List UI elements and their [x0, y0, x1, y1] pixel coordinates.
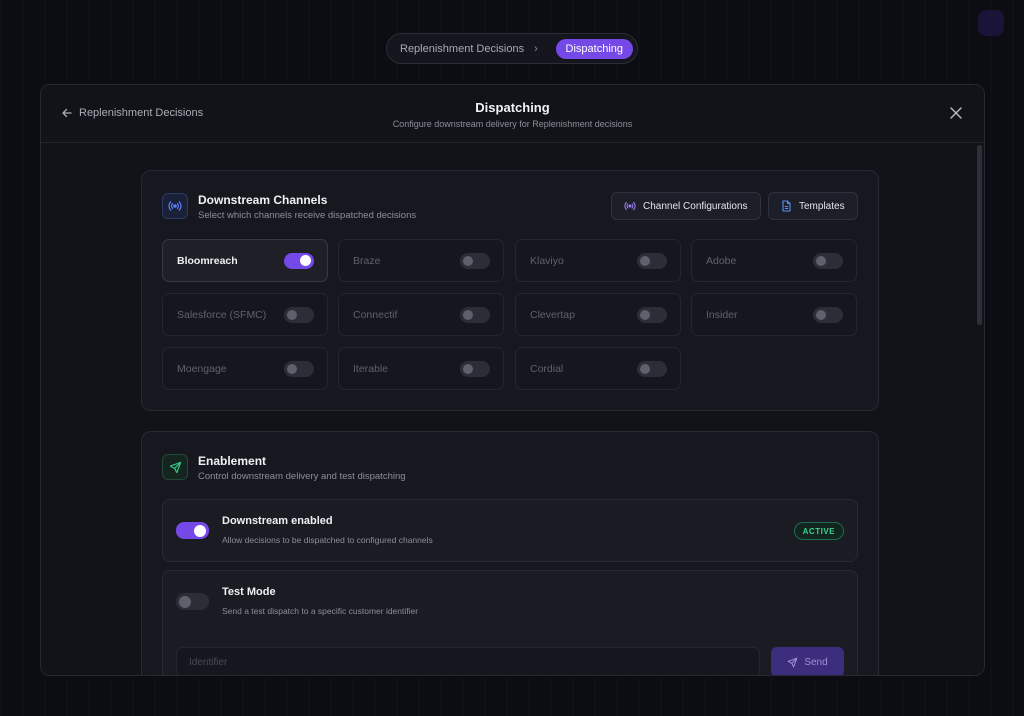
- templates-label: Templates: [799, 200, 845, 212]
- toggle-knob: [816, 255, 826, 266]
- channel-name: Cordial: [530, 362, 564, 375]
- channel-name: Salesforce (SFMC): [177, 308, 267, 321]
- channel-configurations-label: Channel Configurations: [643, 200, 748, 212]
- enablement-title: Enablement: [198, 454, 267, 468]
- channel-name: Braze: [353, 254, 381, 267]
- close-icon[interactable]: [948, 105, 964, 121]
- toggle-knob: [640, 255, 650, 266]
- channel-tile-bloomreach[interactable]: Bloomreach: [162, 239, 328, 282]
- channel-toggle[interactable]: [637, 306, 667, 323]
- toggle-knob: [640, 309, 650, 320]
- downstream-enabled-title: Downstream enabled: [222, 515, 333, 527]
- enablement-card: Enablement Control downstream delivery a…: [141, 431, 879, 675]
- channel-toggle[interactable]: [637, 252, 667, 269]
- channel-toggle[interactable]: [813, 252, 843, 269]
- toggle-knob: [194, 524, 206, 537]
- channel-toggle[interactable]: [813, 306, 843, 323]
- channel-tile-clevertap[interactable]: Clevertap: [515, 293, 681, 336]
- toggle-knob: [463, 363, 473, 374]
- channel-tile-connectif[interactable]: Connectif: [338, 293, 504, 336]
- channel-tile-iterable[interactable]: Iterable: [338, 347, 504, 390]
- send-button[interactable]: Send: [771, 647, 844, 675]
- modal-header: Replenishment Decisions Dispatching Conf…: [41, 85, 984, 143]
- channel-configurations-button[interactable]: Channel Configurations: [611, 192, 761, 220]
- channels-title: Downstream Channels: [198, 193, 328, 207]
- toggle-knob: [287, 309, 297, 320]
- broadcast-icon: [162, 193, 188, 219]
- modal-title: Dispatching: [475, 100, 550, 115]
- channel-toggle[interactable]: [284, 306, 314, 323]
- channel-name: Moengage: [177, 362, 227, 375]
- test-mode-title: Test Mode: [222, 586, 276, 598]
- channel-toggle[interactable]: [460, 252, 490, 269]
- channel-name: Bloomreach: [177, 254, 238, 267]
- send-icon: [787, 657, 798, 667]
- dispatching-modal: Replenishment Decisions Dispatching Conf…: [40, 84, 985, 676]
- scrollbar[interactable]: [977, 145, 982, 325]
- channel-tile-moengage[interactable]: Moengage: [162, 347, 328, 390]
- downstream-enabled-row: Downstream enabled Allow decisions to be…: [162, 499, 858, 562]
- channel-name: Connectif: [353, 308, 398, 321]
- channel-toggle[interactable]: [284, 360, 314, 377]
- downstream-enabled-toggle[interactable]: [176, 522, 209, 539]
- templates-button[interactable]: Templates: [768, 192, 858, 220]
- channel-tile-braze[interactable]: Braze: [338, 239, 504, 282]
- channel-tile-salesforce[interactable]: Salesforce (SFMC): [162, 293, 328, 336]
- enablement-description: Control downstream delivery and test dis…: [198, 471, 406, 482]
- channel-toggle[interactable]: [284, 252, 314, 269]
- breadcrumb: Replenishment Decisions › Dispatching: [386, 33, 638, 64]
- channel-name: Klaviyo: [530, 254, 564, 267]
- broadcast-icon: [624, 201, 636, 211]
- channel-tile-klaviyo[interactable]: Klaviyo: [515, 239, 681, 282]
- modal-subtitle: Configure downstream delivery for Replen…: [392, 119, 633, 129]
- channel-name: Clevertap: [530, 308, 575, 321]
- background-avatar: [978, 10, 1004, 36]
- test-mode-toggle[interactable]: [176, 593, 209, 610]
- send-label: Send: [804, 656, 828, 668]
- send-icon: [162, 454, 188, 480]
- test-mode-description: Send a test dispatch to a specific custo…: [222, 606, 419, 616]
- breadcrumb-separator: ›: [534, 42, 538, 55]
- channel-tile-cordial[interactable]: Cordial: [515, 347, 681, 390]
- document-icon: [782, 200, 791, 212]
- channel-toggle[interactable]: [460, 360, 490, 377]
- toggle-knob: [463, 255, 473, 266]
- toggle-knob: [816, 309, 826, 320]
- channel-name: Iterable: [353, 362, 389, 375]
- status-badge: ACTIVE: [793, 522, 844, 540]
- toggle-knob: [300, 255, 311, 266]
- channel-toggle[interactable]: [637, 360, 667, 377]
- channel-tile-adobe[interactable]: Adobe: [691, 239, 857, 282]
- channels-description: Select which channels receive dispatched…: [198, 210, 417, 221]
- toggle-knob: [463, 309, 473, 320]
- channel-name: Insider: [706, 308, 738, 321]
- downstream-channels-card: Downstream Channels Select which channel…: [141, 170, 879, 411]
- identifier-input[interactable]: [176, 647, 760, 675]
- channel-toggle[interactable]: [460, 306, 490, 323]
- downstream-enabled-description: Allow decisions to be dispatched to conf…: [222, 535, 433, 545]
- channel-name: Adobe: [706, 254, 737, 267]
- breadcrumb-current[interactable]: Dispatching: [555, 38, 633, 59]
- toggle-knob: [287, 363, 297, 374]
- test-mode-row: Test Mode Send a test dispatch to a spec…: [162, 570, 858, 675]
- channel-tile-insider[interactable]: Insider: [691, 293, 857, 336]
- toggle-knob: [179, 595, 191, 608]
- breadcrumb-parent[interactable]: Replenishment Decisions: [400, 43, 524, 55]
- toggle-knob: [640, 363, 650, 374]
